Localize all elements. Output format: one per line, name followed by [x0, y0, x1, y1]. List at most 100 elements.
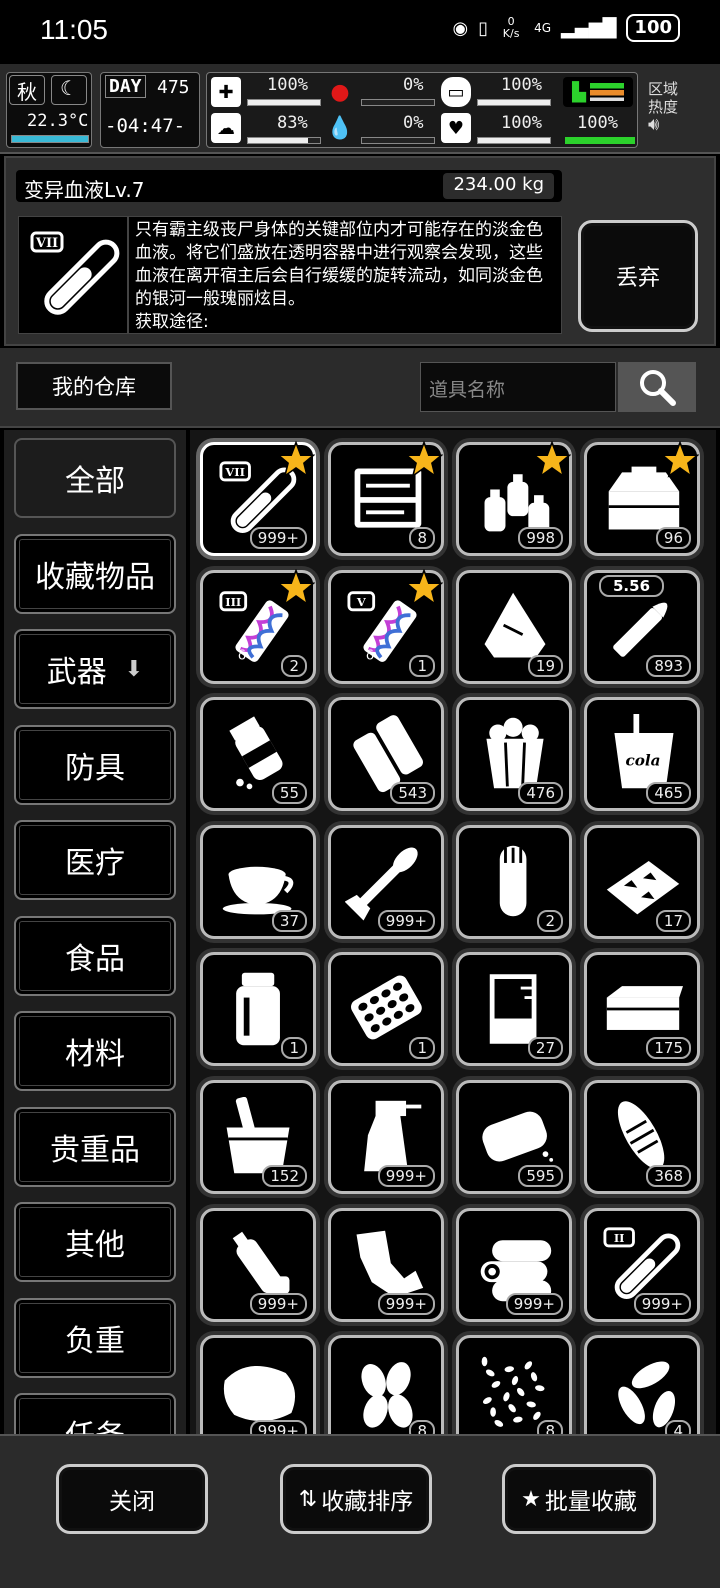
source-label: 获取途径:: [135, 312, 209, 332]
stat-stomach: 0%: [403, 75, 424, 95]
season: 秋: [9, 75, 45, 105]
item-search-input[interactable]: 道具名称: [420, 362, 616, 412]
inventory-slot[interactable]: 19: [456, 569, 572, 684]
system-icons: ◉ ▯ 0 K/s 4G ▂▄▆█ 100: [452, 14, 680, 42]
category-item[interactable]: 武器 ⬇: [14, 629, 176, 709]
inventory-slot[interactable]: 999+: [456, 1207, 572, 1322]
sort-favorites-button[interactable]: ⇅ 收藏排序: [280, 1464, 432, 1534]
inventory-slot[interactable]: 27: [456, 952, 572, 1067]
brain-icon: ☁: [211, 113, 241, 143]
bar-pill: [477, 99, 551, 106]
inventory-slot[interactable]: 8: [328, 441, 444, 556]
temperature-bar: [11, 135, 89, 143]
heart-icon: ♥: [441, 113, 471, 143]
item-count: 175: [646, 1037, 691, 1060]
bar-head: [247, 137, 321, 144]
inventory-slot[interactable]: III δ 2: [200, 568, 316, 684]
category-label: 全部: [65, 464, 125, 499]
inventory-slot[interactable]: II 999+: [584, 1207, 700, 1322]
inventory-slot[interactable]: 1: [200, 952, 316, 1067]
inventory-slot[interactable]: 37: [200, 824, 316, 939]
item-count: 999+: [249, 527, 307, 549]
svg-text:VII: VII: [224, 465, 245, 479]
inventory-slot[interactable]: 999+: [328, 1207, 444, 1322]
vibrate-icon: ▯: [478, 17, 489, 39]
item-count: 999+: [633, 1292, 691, 1315]
stats-panel: ✚ 100% ☁ 83% ● 0% 💧 0% ▭ 100% ♥ 100% ▙ 1…: [206, 72, 638, 148]
item-count: 476: [518, 782, 563, 805]
inventory-slot[interactable]: 595: [456, 1080, 572, 1194]
inventory-slot[interactable]: 8: [456, 1335, 572, 1434]
category-label: 任务: [65, 1411, 125, 1434]
inventory-slot[interactable]: VII 999+: [200, 441, 316, 556]
inventory-slot[interactable]: 2: [456, 824, 572, 939]
inventory-slot[interactable]: 476: [456, 697, 572, 812]
stat-blood: 0%: [403, 113, 424, 133]
category-label: 材料: [65, 1037, 125, 1072]
category-item[interactable]: 贵重品: [14, 1106, 176, 1187]
bar-blood: [361, 137, 435, 144]
category-item[interactable]: 医疗: [14, 820, 176, 900]
item-count: 8: [537, 1420, 563, 1434]
blood-vial-icon: VII: [30, 231, 120, 315]
category-item[interactable]: 收藏物品: [14, 533, 176, 614]
inventory-slot[interactable]: 998: [456, 441, 572, 556]
inventory-slot[interactable]: 96: [584, 441, 700, 556]
close-button[interactable]: 关闭: [56, 1464, 208, 1534]
batch-favorite-button[interactable]: ★ 批量收藏: [502, 1464, 656, 1534]
inventory-slot[interactable]: 152: [200, 1080, 316, 1194]
item-name-bar: 变异血液Lv.7 234.00 kg: [16, 170, 562, 202]
inventory-slot[interactable]: 999+: [200, 1335, 316, 1434]
zone-heat[interactable]: 区域 热度 🔊︎: [648, 80, 678, 134]
category-item[interactable]: 全部: [14, 438, 176, 518]
stat-pill: 100%: [501, 75, 542, 95]
temperature: 22.3°C: [27, 111, 89, 131]
svg-text:II: II: [614, 1231, 625, 1245]
zone-label: 区域: [648, 80, 679, 98]
category-label: 收藏物品: [35, 559, 155, 595]
batch-label: 批量收藏: [544, 1489, 637, 1515]
inventory-slot[interactable]: 1: [328, 952, 444, 1067]
clock-time: 11:05: [40, 14, 108, 45]
inventory-slot[interactable]: 4: [584, 1335, 700, 1434]
favorite-star-icon: [661, 441, 699, 478]
game-clock: -04:47-: [105, 115, 186, 137]
category-label: 贵重品: [50, 1132, 140, 1168]
category-item[interactable]: 其他: [14, 1202, 176, 1282]
category-item[interactable]: 防具: [14, 724, 176, 805]
inventory-slot[interactable]: 543: [328, 697, 444, 812]
inventory-slot[interactable]: 368: [584, 1080, 700, 1194]
inventory-slot[interactable]: 8: [328, 1335, 444, 1434]
item-count: 543: [390, 782, 435, 805]
favorite-star-icon: [533, 441, 571, 478]
inventory-slot[interactable]: 999+: [328, 1080, 444, 1194]
item-count: 999+: [377, 1165, 435, 1187]
inventory-slot[interactable]: Vδ 1: [328, 568, 444, 684]
my-storage-tab[interactable]: 我的仓库: [16, 362, 172, 410]
medkit-icon: ✚: [211, 77, 241, 107]
search-button[interactable]: [618, 362, 696, 412]
inventory-slot[interactable]: 55: [200, 697, 316, 812]
inventory-slot[interactable]: 999+: [328, 824, 444, 939]
category-label: 其他: [65, 1228, 125, 1263]
category-item[interactable]: 任务: [14, 1393, 176, 1434]
sort-label: 收藏排序: [321, 1489, 414, 1515]
day-number: 475: [157, 77, 190, 98]
item-count: 1: [281, 1037, 307, 1060]
description-text: 只有霸主级丧尸身体的关键部位内才可能存在的淡金色血液。将它们盛放在透明容器中进行…: [135, 220, 543, 309]
category-item[interactable]: 材料: [14, 1011, 176, 1091]
star-icon: ★: [521, 1486, 541, 1512]
category-item[interactable]: 食品: [14, 915, 176, 996]
inventory-slot[interactable]: cola 465: [584, 697, 700, 812]
item-count: 999+: [249, 1420, 307, 1434]
inventory-slot[interactable]: 999+: [200, 1207, 316, 1322]
category-item[interactable]: 负重: [14, 1297, 176, 1378]
svg-text:VII: VII: [35, 236, 58, 251]
item-count: 368: [646, 1165, 691, 1187]
inventory-slot[interactable]: 5.56 893: [584, 569, 700, 684]
stat-heart: 100%: [501, 113, 542, 133]
discard-button[interactable]: 丢弃: [578, 220, 698, 332]
inventory-slot[interactable]: 17: [584, 824, 700, 939]
inventory-slot[interactable]: 175: [584, 952, 700, 1067]
item-count: 27: [527, 1037, 563, 1060]
